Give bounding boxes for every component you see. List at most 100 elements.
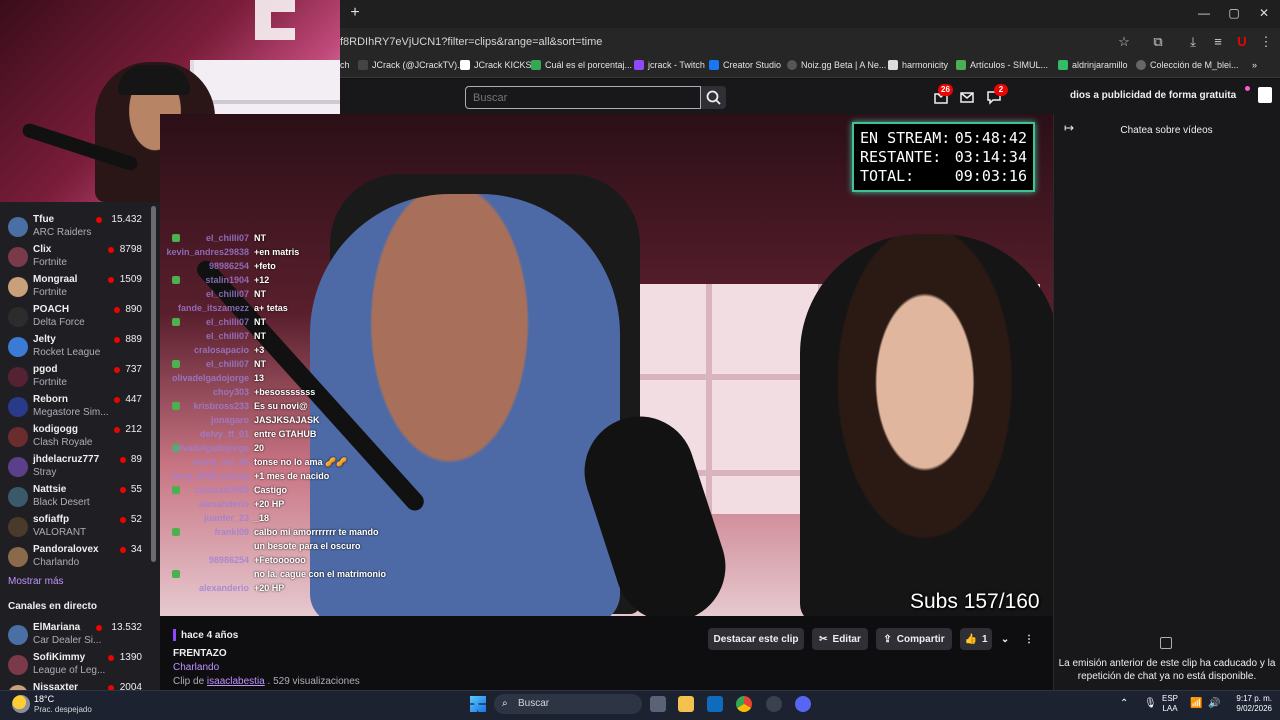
edit-clip-button[interactable]: ✂ Editar <box>812 628 868 650</box>
sidebar-channel-item[interactable]: Jelty Rocket League 889 <box>0 332 150 362</box>
bookmark-item[interactable]: harmonicity <box>888 60 948 70</box>
discord-icon[interactable] <box>795 696 811 712</box>
timer-row: RESTANTE: 03:14:34 <box>860 148 1027 166</box>
file-explorer-icon[interactable] <box>678 696 694 712</box>
sidebar-channel-item[interactable]: Reborn Megastore Sim... 447 <box>0 392 150 422</box>
chat-message: +1 mes de nacido <box>254 471 330 481</box>
microphone-icon[interactable]: 🎙 <box>1144 698 1157 709</box>
download-icon[interactable]: ⤓ <box>1185 34 1201 50</box>
sidebar-channel-item[interactable]: jhdelacruz777 Stray 89 <box>0 452 150 482</box>
new-tab-button[interactable]: + <box>346 4 364 22</box>
chrome-icon[interactable] <box>736 696 752 712</box>
like-dropdown-chevron-icon[interactable]: ⌄ <box>995 628 1015 650</box>
sidebar-channel-item[interactable]: sofiaffp VALORANT 52 <box>0 512 150 542</box>
channel-avatar <box>8 655 28 675</box>
bookmark-item[interactable]: JCrack KICKS <box>460 60 532 70</box>
chat-message: NT <box>254 359 266 369</box>
channel-avatar <box>8 457 28 477</box>
like-button[interactable]: 👍 1 <box>960 628 992 650</box>
channel-avatar <box>8 277 28 297</box>
chat-message: _18 <box>254 513 270 523</box>
bookmark-star-icon[interactable]: ☆ <box>1116 34 1132 50</box>
inbox-icon[interactable] <box>958 88 976 106</box>
chat-message: Es su novi@ <box>254 401 308 411</box>
channel-name: kodigogg <box>33 424 78 435</box>
more-options-icon[interactable]: ⋮ <box>1020 628 1038 650</box>
scissors-icon: ✂ <box>819 633 828 645</box>
url-text[interactable]: f8RDIhRY7eVjUCN1?filter=clips&range=all&… <box>340 36 602 48</box>
bookmark-item[interactable]: Artículos - SIMUL... <box>956 60 1048 70</box>
bookmark-item[interactable]: Cuál es el porcentaj... <box>531 60 632 70</box>
bookmark-item[interactable]: aldrinjaramillo <box>1058 60 1128 70</box>
sidebar-channel-item[interactable]: Tfue ARC Raiders 15.432 <box>0 212 150 242</box>
sidebar-channel-item[interactable]: Nattsie Black Desert 55 <box>0 482 150 512</box>
live-dot-icon <box>108 247 114 253</box>
search-input[interactable] <box>465 86 701 109</box>
bookmark-item[interactable]: JCrack (@JCrackTV)... <box>358 60 465 70</box>
obs-icon[interactable] <box>766 696 782 712</box>
channel-game: Fortnite <box>33 377 67 388</box>
user-avatar[interactable] <box>1258 87 1272 103</box>
ad-free-promo[interactable]: dios a publicidad de forma gratuita <box>1070 90 1236 101</box>
bookmarks-overflow-icon[interactable]: » <box>1252 60 1257 70</box>
chat-line: el_chilli07 NT <box>165 331 425 345</box>
sidebar-channel-item[interactable]: kodigogg Clash Royale 212 <box>0 422 150 452</box>
task-view-icon[interactable] <box>650 696 666 712</box>
chat-username: olivadelgadojorge <box>171 443 249 453</box>
bookmark-item[interactable]: ch <box>340 60 350 70</box>
search-button[interactable] <box>701 86 726 109</box>
taskbar-search[interactable]: Buscar <box>494 694 642 714</box>
sidebar-channel-item[interactable]: Pandoralovex Charlando 34 <box>0 542 150 572</box>
live-dot-icon <box>120 547 126 553</box>
chat-username: fande_itszamezz <box>177 303 249 313</box>
close-window-button[interactable]: ✕ <box>1252 4 1276 22</box>
chat-line: krisbross233 Es su novi@ <box>165 401 425 415</box>
chat-username: juanfer_23 <box>203 513 249 523</box>
chat-line: un besote para el oscuro <box>165 541 425 555</box>
tab-search-icon[interactable]: ≡ <box>1210 34 1226 50</box>
volume-icon[interactable]: 🔊 <box>1208 698 1220 709</box>
sidebar-channel-item[interactable]: ElMariana Car Dealer Si... 13.532 <box>0 620 150 650</box>
minimize-button[interactable]: — <box>1192 4 1216 22</box>
browser-menu-icon[interactable]: ⋮ <box>1258 34 1274 50</box>
wifi-icon[interactable]: 📶 <box>1190 698 1202 709</box>
bookmark-item[interactable]: Colección de M_blei... <box>1136 60 1239 70</box>
chat-line: 98986254 +Fetoooooo <box>165 555 425 569</box>
extensions-icon[interactable]: ⧉ <box>1150 34 1166 50</box>
feature-clip-button[interactable]: Destacar este clip <box>708 628 804 650</box>
sidebar-channel-item[interactable]: Clix Fortnite 8798 <box>0 242 150 272</box>
bookmark-item[interactable]: jcrack - Twitch <box>634 60 705 70</box>
language-indicator[interactable]: ESP LAA <box>1162 694 1178 714</box>
thumbs-up-icon: 👍 <box>964 633 977 645</box>
clip-category-link[interactable]: Charlando <box>173 662 219 673</box>
chat-line: jonagaro JASJKSAJASK <box>165 415 425 429</box>
bookmark-item[interactable]: Noiz.gg Beta | A Ne... <box>787 60 886 70</box>
show-more-link[interactable]: Mostrar más <box>8 576 64 587</box>
sidebar-channel-item[interactable]: Mongraal Fortnite 1509 <box>0 272 150 302</box>
sidebar-channel-item[interactable]: POACH Delta Force 890 <box>0 302 150 332</box>
channel-name: Nattsie <box>33 484 67 495</box>
chat-message: +feto <box>254 261 276 271</box>
channel-game: League of Leg... <box>33 665 106 676</box>
sidebar-channel-item[interactable]: SofiKimmy League of Leg... 1390 <box>0 650 150 680</box>
viewer-count: 889 <box>125 334 142 345</box>
clip-age: hace 4 años <box>181 630 239 641</box>
chat-badge-icon <box>172 528 180 536</box>
clip-author-link[interactable]: isaaclabestia <box>207 676 265 687</box>
channel-game: Rocket League <box>33 347 101 358</box>
mail-icon[interactable] <box>707 696 723 712</box>
channel-avatar <box>8 487 28 507</box>
profile-extension-icon[interactable]: U <box>1234 34 1250 50</box>
chat-username: olivadelgadojorge <box>171 373 249 383</box>
bookmark-item[interactable]: Creator Studio <box>709 60 781 70</box>
share-button[interactable]: ⇪ Compartir <box>876 628 952 650</box>
tray-overflow-icon[interactable]: ⌃ <box>1120 698 1128 709</box>
maximize-button[interactable]: ▢ <box>1222 4 1246 22</box>
viewer-count: 15.432 <box>111 214 142 225</box>
clock[interactable]: 9:17 p. m. 9/02/2026 <box>1226 694 1272 714</box>
sidebar-scrollbar[interactable] <box>151 206 156 562</box>
sidebar-channel-item[interactable]: pgod Fortnite 737 <box>0 362 150 392</box>
chat-message: a+ tetas <box>254 303 288 313</box>
chat-message: NT <box>254 233 266 243</box>
weather-icon[interactable] <box>12 695 30 713</box>
